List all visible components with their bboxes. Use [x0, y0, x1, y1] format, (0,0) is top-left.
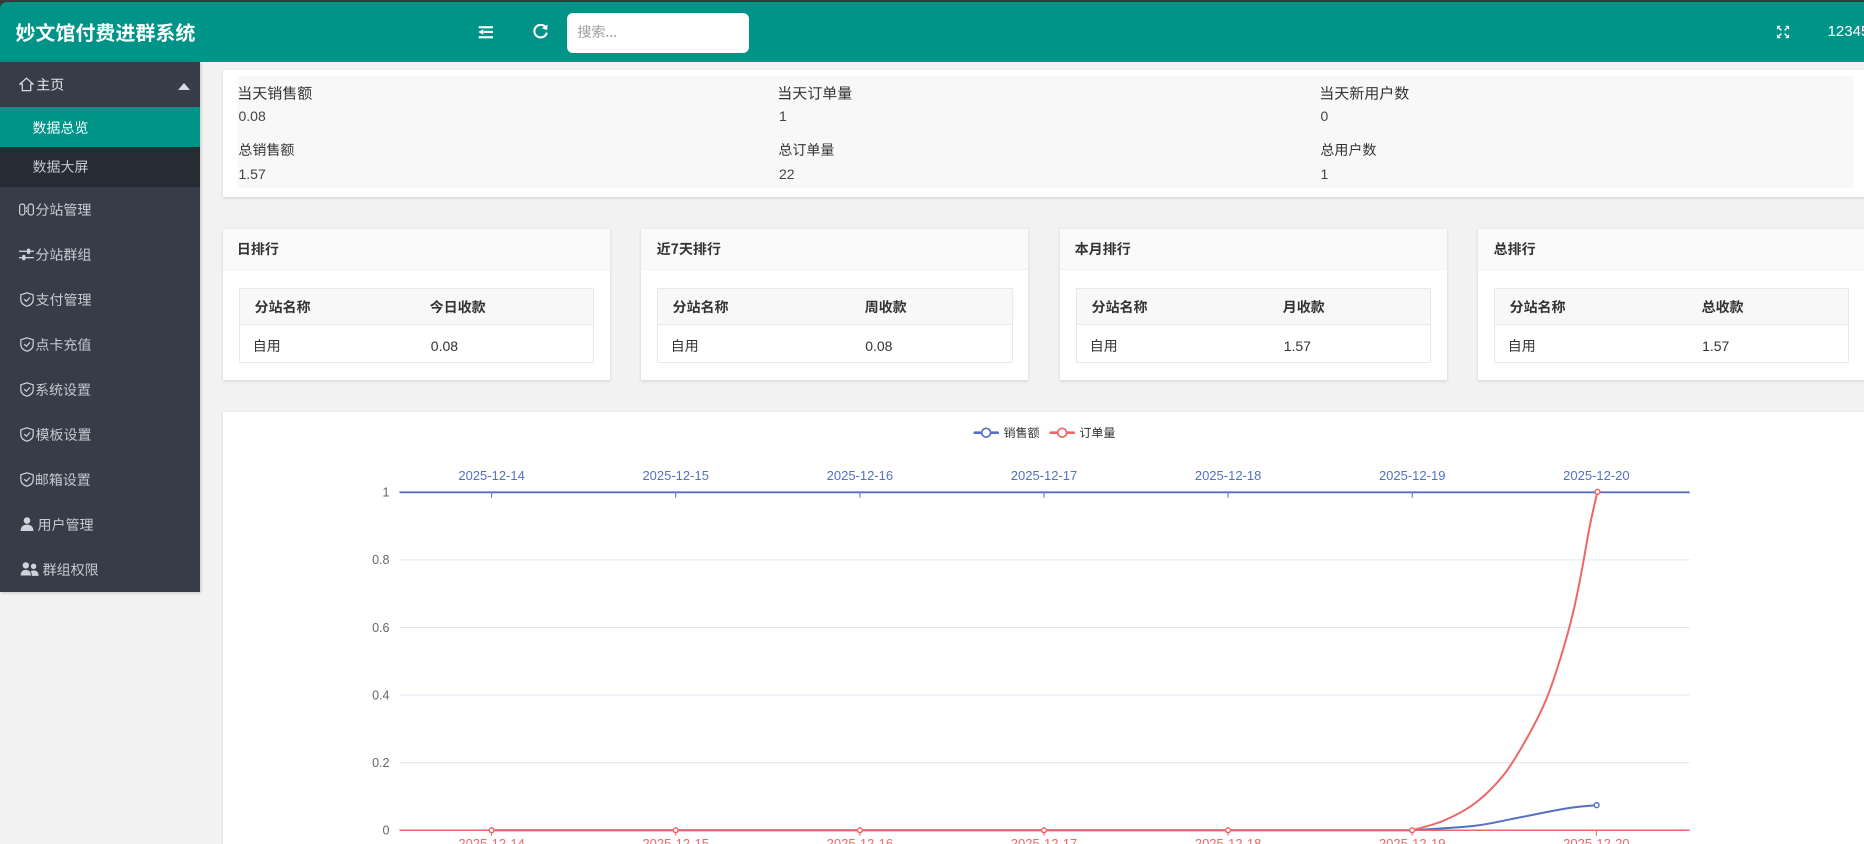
- svg-text:2025-12-20: 2025-12-20: [1563, 468, 1630, 483]
- svg-text:0.2: 0.2: [372, 756, 389, 770]
- svg-text:2025-12-16: 2025-12-16: [827, 468, 894, 483]
- svg-text:2025-12-15: 2025-12-15: [642, 836, 709, 844]
- svg-text:2025-12-16: 2025-12-16: [827, 836, 894, 844]
- svg-text:2025-12-15: 2025-12-15: [642, 468, 709, 483]
- svg-text:2025-12-14: 2025-12-14: [458, 468, 524, 483]
- svg-text:2025-12-17: 2025-12-17: [1011, 468, 1078, 483]
- svg-text:2025-12-19: 2025-12-19: [1379, 836, 1446, 844]
- svg-text:2025-12-18: 2025-12-18: [1195, 836, 1262, 844]
- svg-text:0.8: 0.8: [372, 553, 389, 567]
- svg-text:2025-12-18: 2025-12-18: [1195, 468, 1262, 483]
- svg-text:2025-12-20: 2025-12-20: [1563, 836, 1630, 844]
- svg-text:2025-12-14: 2025-12-14: [458, 836, 524, 844]
- svg-text:0.6: 0.6: [372, 621, 389, 635]
- svg-text:1: 1: [383, 486, 390, 500]
- svg-text:0: 0: [383, 824, 390, 838]
- svg-text:0.4: 0.4: [372, 688, 389, 702]
- svg-text:2025-12-19: 2025-12-19: [1379, 468, 1446, 483]
- svg-text:2025-12-17: 2025-12-17: [1011, 836, 1078, 844]
